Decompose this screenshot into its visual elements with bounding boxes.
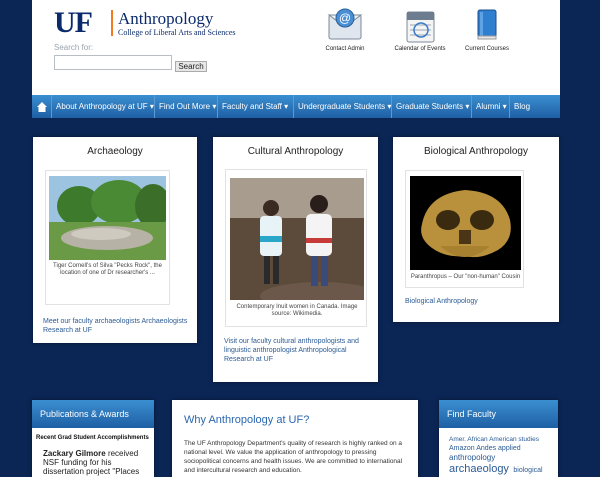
nav-blog[interactable]: Blog xyxy=(510,95,534,118)
nav-label: Graduate Students xyxy=(396,102,464,111)
why-text: The UF Anthropology Department's quality… xyxy=(184,440,403,474)
quick-link-label: Contact Admin xyxy=(325,46,365,52)
nav-alumni[interactable]: Alumni ▾ xyxy=(472,95,510,118)
card-title: Biological Anthropology xyxy=(424,146,528,157)
main-nav: About Anthropology at UF ▾ Find Out More… xyxy=(32,95,560,118)
archaeology-photo[interactable] xyxy=(49,176,171,260)
site-header: UF Anthropology College of Liberal Arts … xyxy=(32,0,560,95)
tag-link[interactable]: archaeology xyxy=(449,463,509,475)
card-biological: Biological Anthropology Paranthropus – O… xyxy=(393,137,559,322)
panel-title: Publications & Awards xyxy=(32,400,154,428)
card-title: Archaeology xyxy=(87,146,143,157)
cultural-photo[interactable] xyxy=(230,178,380,310)
faculty-tag-cloud: Amer. African American studies Amazon An… xyxy=(449,435,557,477)
photo-caption: Tiger Cornell's of Silva "Pecks Rock", t… xyxy=(53,263,162,276)
nav-graduate[interactable]: Graduate Students ▾ xyxy=(392,95,472,118)
nav-label: Find Out More xyxy=(159,102,211,111)
search-button[interactable]: Search xyxy=(175,61,207,72)
site-title[interactable]: Anthropology xyxy=(118,9,213,29)
panel-title: Find Faculty xyxy=(439,400,558,428)
card-title: Cultural Anthropology xyxy=(247,146,344,157)
tag-link[interactable]: biological xyxy=(513,467,542,474)
uf-logo[interactable]: UF xyxy=(54,6,93,40)
nav-undergraduate[interactable]: Undergraduate Students ▾ xyxy=(294,95,392,118)
book-icon xyxy=(467,5,507,45)
search-input[interactable] xyxy=(54,55,172,70)
photo-caption: Contemporary Inuit women in Canada. Imag… xyxy=(236,304,358,317)
tag-link[interactable]: Amer. African American studies xyxy=(449,435,557,444)
cultural-link[interactable]: Visit our faculty cultural anthropologis… xyxy=(224,337,372,364)
card-cultural: Cultural Anthropology Contemporary Inuit… xyxy=(213,137,380,382)
quick-link-label: Calendar of Events xyxy=(394,46,446,52)
photo-frame: Tiger Cornell's of Silva "Pecks Rock", t… xyxy=(45,170,171,305)
biological-photo[interactable] xyxy=(410,176,521,270)
why-title: Why Anthropology at UF? xyxy=(184,414,310,426)
card-archaeology: Archaeology Tiger Cornell's of Silva "Pe… xyxy=(33,137,197,343)
nav-home[interactable] xyxy=(32,95,52,118)
archaeology-link[interactable]: Meet our faculty archaeologists Archaeol… xyxy=(43,317,193,335)
quick-link-courses[interactable]: Current Courses xyxy=(457,5,517,52)
photo-frame: Contemporary Inuit women in Canada. Imag… xyxy=(225,169,380,327)
svg-text:@: @ xyxy=(339,11,351,25)
publications-name: Zackary Gilmore xyxy=(43,449,106,458)
photo-caption: Paranthropus – Our "non-human" Cousin xyxy=(410,274,521,280)
nav-label: Undergraduate Students xyxy=(298,102,386,111)
biological-link[interactable]: Biological Anthropology xyxy=(405,297,555,306)
home-icon xyxy=(37,101,47,112)
quick-link-calendar[interactable]: Calendar of Events xyxy=(390,5,450,52)
site-subtitle: College of Liberal Arts and Sciences xyxy=(118,28,236,37)
publications-sub: Recent Grad Student Accomplishments xyxy=(36,435,149,441)
quick-link-contact[interactable]: @ Contact Admin xyxy=(315,5,375,52)
panel-why: Why Anthropology at UF? The UF Anthropol… xyxy=(172,400,418,477)
calendar-icon xyxy=(400,5,440,45)
tag-link[interactable]: anthropology xyxy=(449,453,557,462)
nav-about[interactable]: About Anthropology at UF ▾ xyxy=(52,95,155,118)
nav-label: Alumni xyxy=(476,102,501,111)
panel-faculty: Find Faculty Amer. African American stud… xyxy=(439,400,558,477)
nav-label: Blog xyxy=(514,102,531,111)
tag-link[interactable]: Amazon Andes applied xyxy=(449,444,557,453)
quick-link-label: Current Courses xyxy=(464,46,509,52)
nav-label: Faculty and Staff xyxy=(222,102,282,111)
envelope-icon: @ xyxy=(325,5,365,45)
search-label: Search for: xyxy=(54,43,94,52)
nav-find-out-more[interactable]: Find Out More ▾ xyxy=(155,95,218,118)
panel-publications: Publications & Awards Recent Grad Studen… xyxy=(32,400,154,477)
logo-divider xyxy=(111,10,113,36)
photo-frame: Paranthropus – Our "non-human" Cousin xyxy=(405,170,524,288)
publications-entry[interactable]: Zackary Gilmore received NSF funding for… xyxy=(43,449,153,476)
nav-faculty-staff[interactable]: Faculty and Staff ▾ xyxy=(218,95,294,118)
nav-label: About Anthropology at UF xyxy=(56,102,148,111)
